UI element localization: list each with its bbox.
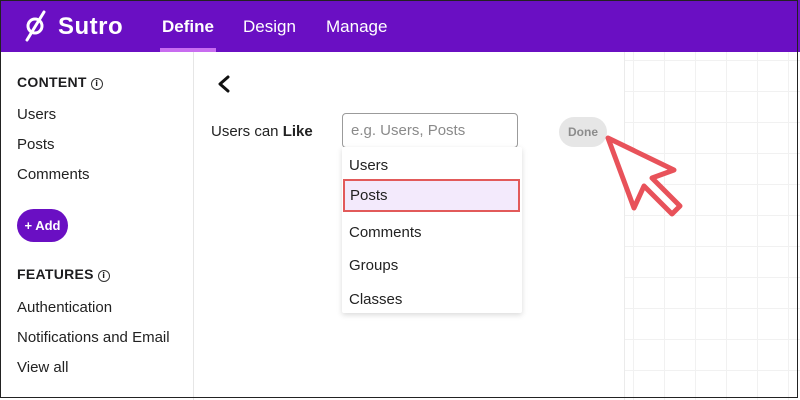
- sidebar-item-authentication[interactable]: Authentication: [17, 299, 112, 316]
- main-panel: Users can Like Done Users Posts Comments…: [194, 52, 624, 400]
- sutro-logo-icon: [25, 10, 46, 42]
- sidebar-item-notifications[interactable]: Notifications and Email: [17, 329, 170, 346]
- app-logo-text: Sutro: [58, 13, 124, 40]
- dropdown-item-users[interactable]: Users: [342, 149, 522, 182]
- dropdown-item-posts[interactable]: Posts: [343, 179, 520, 212]
- dropdown-item-classes[interactable]: Classes: [342, 283, 522, 316]
- prompt-action: Like: [282, 123, 313, 140]
- dropdown-item-comments[interactable]: Comments: [342, 216, 522, 249]
- sidebar-item-comments[interactable]: Comments: [17, 166, 90, 183]
- features-section-title: FEATURES i: [17, 266, 110, 282]
- done-button[interactable]: Done: [559, 117, 607, 147]
- dropdown-item-groups[interactable]: Groups: [342, 249, 522, 282]
- search-input[interactable]: [342, 113, 518, 148]
- content-title-label: CONTENT: [17, 74, 87, 90]
- add-content-button[interactable]: + Add: [17, 209, 68, 242]
- canvas-grid: [624, 52, 800, 400]
- sidebar-item-users[interactable]: Users: [17, 106, 56, 123]
- sidebar-item-posts[interactable]: Posts: [17, 136, 55, 153]
- cursor-arrow-icon: [605, 135, 683, 217]
- tab-define[interactable]: Define: [162, 17, 214, 37]
- top-nav-bar: Sutro Define Design Manage: [0, 0, 800, 52]
- sidebar: CONTENT i Users Posts Comments + Add FEAT…: [0, 52, 194, 400]
- tab-design[interactable]: Design: [243, 17, 296, 37]
- features-title-label: FEATURES: [17, 266, 94, 282]
- relationship-prompt: Users can Like: [211, 123, 313, 140]
- tab-manage[interactable]: Manage: [326, 17, 387, 37]
- chevron-left-icon[interactable]: [216, 74, 232, 94]
- content-section-title: CONTENT i: [17, 74, 103, 90]
- dropdown-menu: Users Posts Comments Groups Classes: [342, 147, 522, 313]
- sidebar-item-view-all[interactable]: View all: [17, 359, 68, 376]
- prompt-prefix: Users can: [211, 123, 283, 140]
- info-icon[interactable]: i: [97, 270, 110, 282]
- info-icon[interactable]: i: [90, 78, 103, 90]
